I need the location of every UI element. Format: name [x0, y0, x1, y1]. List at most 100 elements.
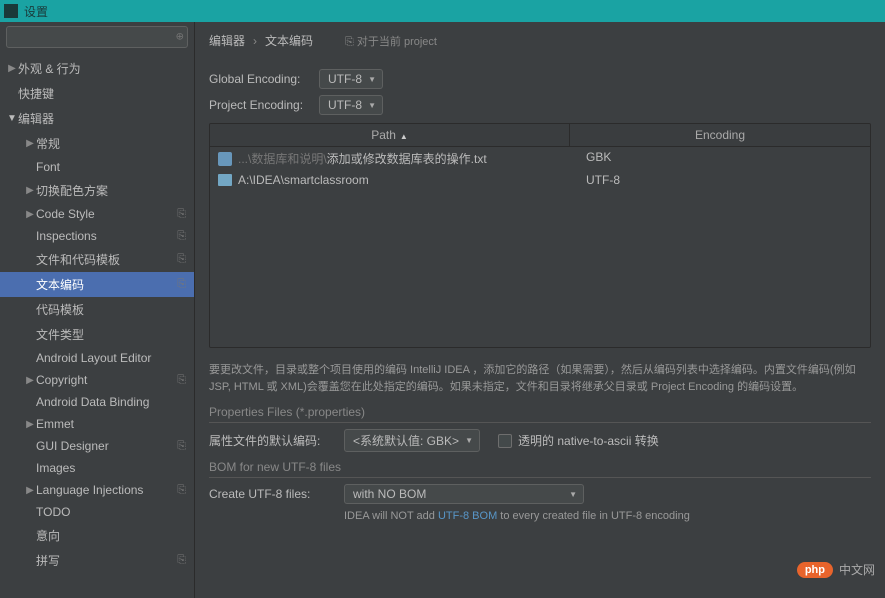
tree-item-label: 快捷键 [18, 85, 188, 102]
utf8-bom-link[interactable]: UTF-8 BOM [438, 510, 497, 522]
copy-icon: ⎘ [177, 440, 186, 453]
bom-section-header: BOM for new UTF-8 files [209, 460, 871, 478]
content-panel: 编辑器 › 文本编码 ⎘ 对于当前 project Global Encodin… [195, 22, 885, 598]
tree-item[interactable]: ▶常规 [0, 131, 194, 156]
native-to-ascii-checkbox[interactable] [498, 434, 512, 448]
php-badge: php [797, 562, 833, 578]
tree-item-label: Inspections [36, 229, 173, 243]
tree-item-label: 外观 & 行为 [18, 60, 188, 77]
folder-icon [218, 174, 232, 186]
search-container: ⊕ [0, 22, 194, 52]
search-clear-icon[interactable]: ⊕ [176, 32, 184, 43]
search-input[interactable] [6, 26, 188, 48]
tree-item-label: Images [36, 461, 188, 475]
window-title: 设置 [24, 3, 48, 20]
tree-item[interactable]: 文件和代码模板⎘ [0, 247, 194, 272]
settings-sidebar: ⊕ ▶外观 & 行为快捷键▼编辑器▶常规Font▶切换配色方案▶Code Sty… [0, 22, 195, 598]
tree-item[interactable]: Images [0, 457, 194, 479]
global-encoding-dropdown[interactable]: UTF-8 ▼ [319, 69, 383, 89]
chevron-right-icon: › [253, 34, 257, 48]
titlebar: 设置 [0, 0, 885, 22]
create-utf8-label: Create UTF-8 files: [209, 487, 344, 501]
chevron-down-icon: ▼ [569, 490, 577, 499]
tree-item-label: Copyright [36, 373, 173, 387]
tree-item-label: Code Style [36, 207, 173, 221]
settings-tree[interactable]: ▶外观 & 行为快捷键▼编辑器▶常规Font▶切换配色方案▶Code Style… [0, 52, 194, 598]
create-utf8-dropdown[interactable]: with NO BOM ▼ [344, 484, 584, 504]
tree-item-label: 切换配色方案 [36, 182, 188, 199]
sort-asc-icon: ▲ [400, 132, 408, 141]
tree-item[interactable]: 代码模板 [0, 297, 194, 322]
path-text: A:\IDEA\smartclassroom [238, 173, 369, 187]
encoding-cell[interactable]: UTF-8 [578, 173, 862, 187]
tree-item[interactable]: ▶Emmet [0, 413, 194, 435]
chevron-down-icon: ▼ [368, 75, 376, 84]
tree-item[interactable]: 快捷键 [0, 81, 194, 106]
tree-item[interactable]: 文本编码 ⎘ [0, 272, 194, 297]
copy-icon: ⎘ [177, 484, 186, 497]
tree-item-label: 拼写 [36, 552, 173, 569]
expand-icon[interactable]: ▶ [24, 485, 36, 496]
tree-item[interactable]: ▶切换配色方案 [0, 178, 194, 203]
tree-item[interactable]: ▶Code Style⎘ [0, 203, 194, 225]
expand-icon[interactable]: ▶ [24, 419, 36, 430]
global-encoding-label: Global Encoding: [209, 72, 319, 86]
tree-item[interactable]: GUI Designer ⎘ [0, 435, 194, 457]
tree-item[interactable]: ▶外观 & 行为 [0, 56, 194, 81]
copy-icon: ⎘ [177, 230, 186, 243]
tree-item-label: Language Injections [36, 483, 173, 497]
tree-item[interactable]: ▶Copyright ⎘ [0, 369, 194, 391]
tree-item[interactable]: 拼写 ⎘ [0, 548, 194, 573]
expand-icon[interactable]: ▶ [24, 185, 36, 196]
tree-item-label: 文件类型 [36, 326, 188, 343]
column-header-path[interactable]: Path▲ [210, 124, 570, 146]
tree-item[interactable]: 意向 [0, 523, 194, 548]
tree-item[interactable]: Font [0, 156, 194, 178]
breadcrumb-leaf: 文本编码 [265, 32, 313, 49]
copy-icon: ⎘ [177, 554, 186, 567]
copy-icon: ⎘ [177, 374, 186, 387]
encoding-table: Path▲ Encoding ...\数据库和说明\添加或修改数据库表的操作.t… [209, 123, 871, 348]
tree-item-label: 文件和代码模板 [36, 251, 173, 268]
tree-item[interactable]: Android Layout Editor [0, 347, 194, 369]
tree-item-label: GUI Designer [36, 439, 173, 453]
properties-section-header: Properties Files (*.properties) [209, 405, 871, 423]
path-text: ...\数据库和说明\添加或修改数据库表的操作.txt [238, 150, 487, 167]
tree-item[interactable]: ▼编辑器 [0, 106, 194, 131]
table-row[interactable]: A:\IDEA\smartclassroom UTF-8 [210, 170, 870, 190]
help-text: 要更改文件，目录或整个项目使用的编码 IntelliJ IDEA ，添加它的路径… [209, 362, 871, 395]
app-icon [4, 4, 18, 18]
expand-icon[interactable]: ▶ [24, 138, 36, 149]
native-to-ascii-label: 透明的 native-to-ascii 转换 [518, 432, 659, 449]
copy-icon: ⎘ [345, 36, 357, 48]
table-row[interactable]: ...\数据库和说明\添加或修改数据库表的操作.txt GBK [210, 147, 870, 170]
watermark: php 中文网 [797, 561, 875, 578]
tree-item-label: Font [36, 160, 188, 174]
tree-item-label: TODO [36, 505, 188, 519]
properties-encoding-dropdown[interactable]: <系统默认值: GBK> ▼ [344, 429, 480, 452]
tree-item-label: 意向 [36, 527, 188, 544]
tree-item[interactable]: Android Data Binding [0, 391, 194, 413]
expand-icon[interactable]: ▶ [24, 209, 36, 220]
properties-default-encoding-label: 属性文件的默认编码: [209, 432, 344, 449]
file-icon [218, 152, 232, 166]
tree-item-label: Emmet [36, 417, 188, 431]
encoding-cell[interactable]: GBK [578, 150, 862, 167]
chevron-down-icon: ▼ [368, 101, 376, 110]
project-encoding-dropdown[interactable]: UTF-8 ▼ [319, 95, 383, 115]
tree-item[interactable]: TODO [0, 501, 194, 523]
expand-icon[interactable]: ▼ [6, 113, 18, 124]
expand-icon[interactable]: ▶ [24, 375, 36, 386]
tree-item-label: 常规 [36, 135, 188, 152]
bom-hint: IDEA will NOT add UTF-8 BOM to every cre… [344, 510, 871, 522]
tree-item[interactable]: ▶Language Injections ⎘ [0, 479, 194, 501]
tree-item-label: 代码模板 [36, 301, 188, 318]
column-header-encoding[interactable]: Encoding [570, 124, 870, 146]
tree-item-label: 文本编码 [36, 276, 173, 293]
tree-item[interactable]: Inspections ⎘ [0, 225, 194, 247]
copy-icon: ⎘ [177, 278, 186, 291]
tree-item-label: Android Layout Editor [36, 351, 188, 365]
breadcrumb-root: 编辑器 [209, 32, 245, 49]
expand-icon[interactable]: ▶ [6, 63, 18, 74]
tree-item[interactable]: 文件类型 [0, 322, 194, 347]
